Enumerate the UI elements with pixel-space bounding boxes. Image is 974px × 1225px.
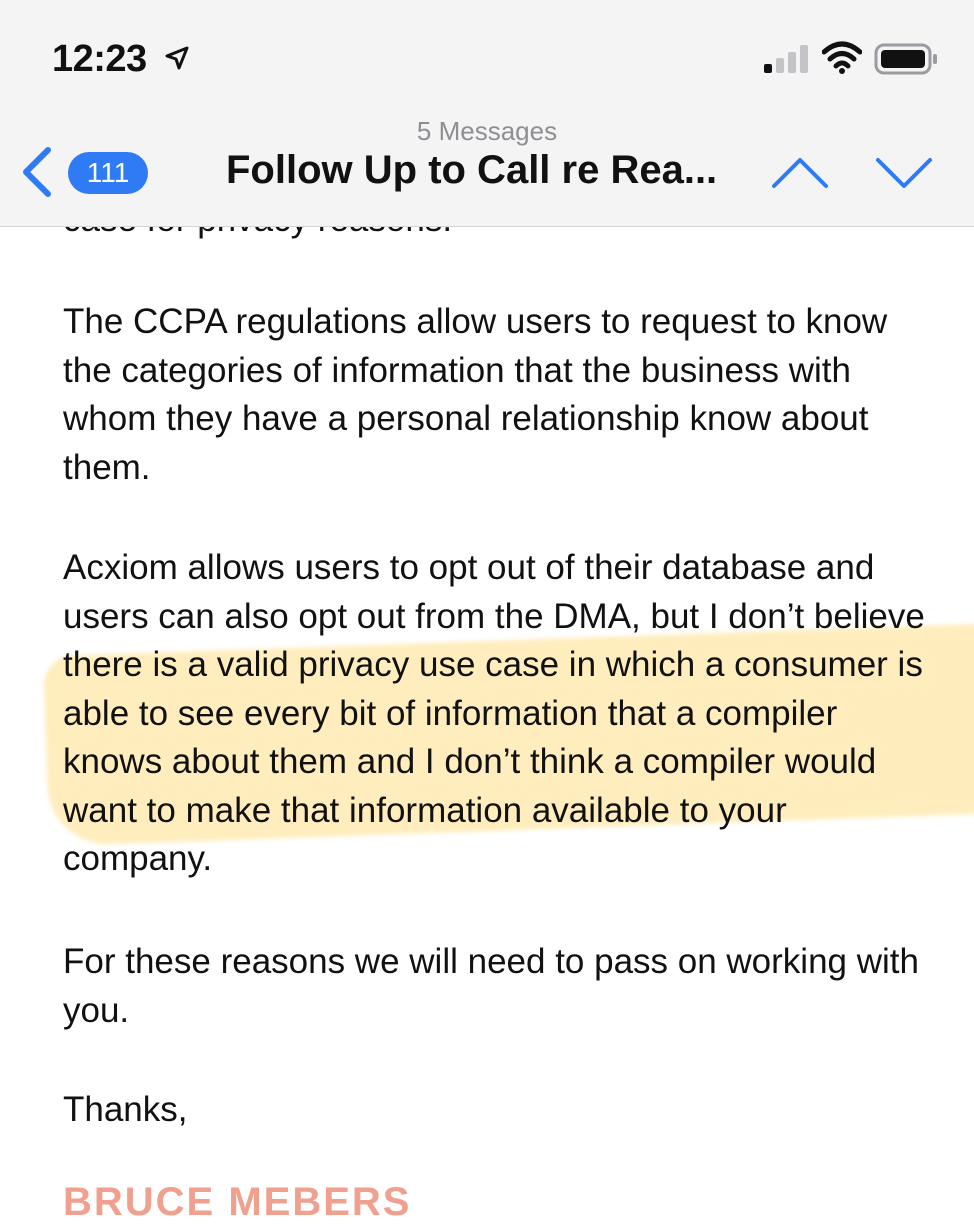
unread-count-badge[interactable]: 111 [68, 152, 148, 194]
message-count: 5 Messages [416, 116, 558, 146]
cellular-signal-icon [764, 45, 808, 73]
email-paragraph-3: For these reasons we will need to pass o… [63, 942, 919, 1030]
email-paragraph-1: The CCPA regulations allow users to requ… [63, 302, 888, 487]
location-arrow-icon [165, 46, 189, 70]
status-time: 12:23 [52, 38, 147, 80]
battery-icon [874, 43, 937, 75]
email-sign-off: Thanks, [63, 1090, 188, 1129]
top-bar: 12:23 5 Messages 111 Follow Up to Call r… [0, 0, 974, 227]
chevron-left-icon[interactable] [18, 144, 58, 200]
email-signature: BRUCE MEBERS [63, 1180, 412, 1224]
chevron-down-icon[interactable] [874, 154, 934, 192]
email-subject-title: Follow Up to Call re Rea... [226, 148, 718, 192]
chevron-up-icon[interactable] [770, 154, 830, 192]
email-paragraph-2: Acxiom allows users to opt out of their … [63, 548, 925, 878]
wifi-icon [822, 41, 862, 74]
